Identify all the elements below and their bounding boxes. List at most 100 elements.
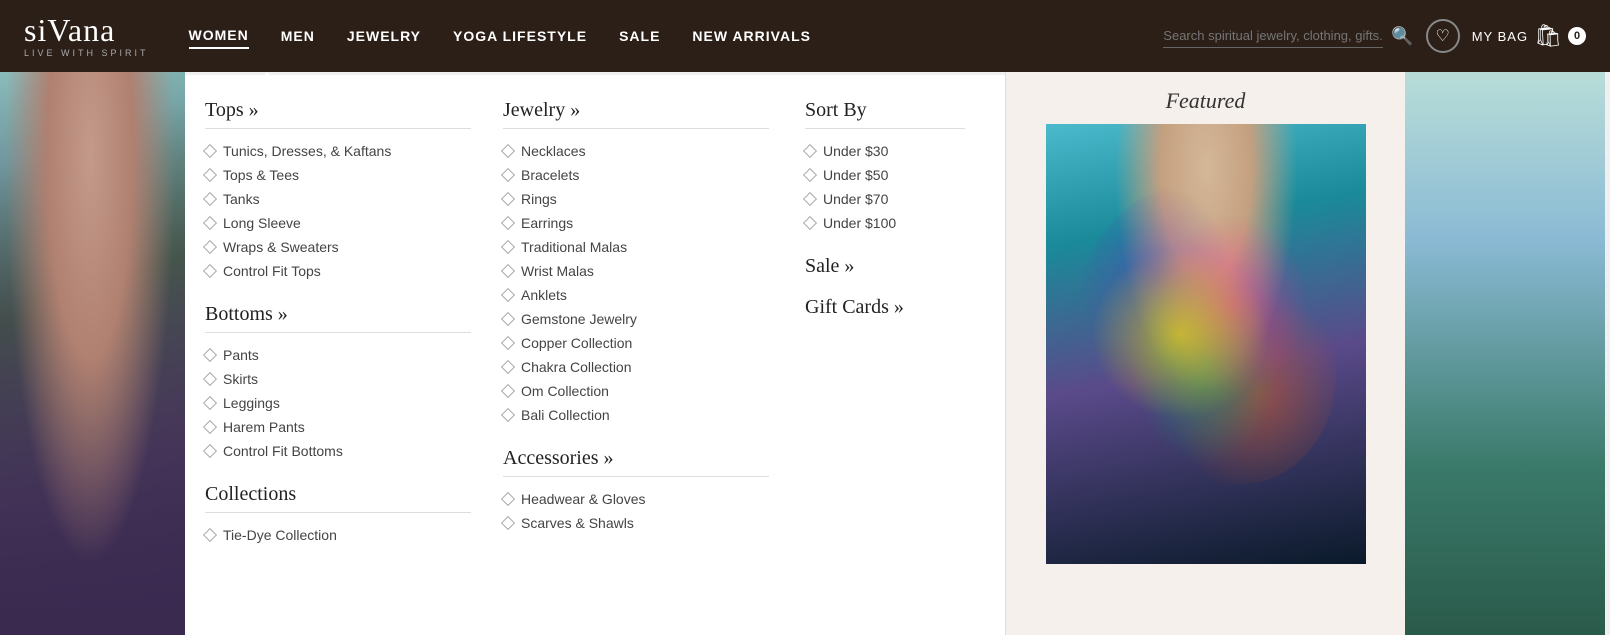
left-image-placeholder <box>0 72 185 635</box>
item-label: Earrings <box>521 215 573 231</box>
menu-column-2: Jewelry » Necklaces Bracelets Rings Earr… <box>487 99 785 611</box>
list-item[interactable]: Om Collection <box>503 383 769 399</box>
nav-item-sale[interactable]: SALE <box>619 24 660 48</box>
list-item[interactable]: Chakra Collection <box>503 359 769 375</box>
list-item[interactable]: Copper Collection <box>503 335 769 351</box>
collections-section-title[interactable]: Collections <box>205 483 471 513</box>
list-item[interactable]: Long Sleeve <box>205 215 471 231</box>
list-item[interactable]: Wraps & Sweaters <box>205 239 471 255</box>
bullet-icon <box>803 168 817 182</box>
gift-cards-link[interactable]: Gift Cards » <box>805 296 965 319</box>
bullet-icon <box>501 264 515 278</box>
bullet-icon <box>501 384 515 398</box>
item-label: Harem Pants <box>223 419 305 435</box>
list-item[interactable]: Under $30 <box>805 143 965 159</box>
item-label: Necklaces <box>521 143 586 159</box>
list-item[interactable]: Gemstone Jewelry <box>503 311 769 327</box>
tops-items-list: Tunics, Dresses, & Kaftans Tops & Tees T… <box>205 143 471 279</box>
list-item[interactable]: Bracelets <box>503 167 769 183</box>
item-label: Scarves & Shawls <box>521 515 634 531</box>
list-item[interactable]: Earrings <box>503 215 769 231</box>
logo[interactable]: siVana Live With Spirit <box>24 14 149 58</box>
header-right: 🔍 ♡ MY BAG 🛍 0 <box>1163 19 1586 53</box>
accessories-section-title[interactable]: Accessories » <box>503 447 769 477</box>
list-item[interactable]: Tops & Tees <box>205 167 471 183</box>
list-item[interactable]: Wrist Malas <box>503 263 769 279</box>
bullet-icon <box>203 264 217 278</box>
item-label: Pants <box>223 347 259 363</box>
bullet-icon <box>501 144 515 158</box>
list-item[interactable]: Harem Pants <box>205 419 471 435</box>
list-item[interactable]: Anklets <box>503 287 769 303</box>
bullet-icon <box>501 336 515 350</box>
list-item[interactable]: Under $50 <box>805 167 965 183</box>
list-item[interactable]: Headwear & Gloves <box>503 491 769 507</box>
bullet-icon <box>501 360 515 374</box>
bag-label: MY BAG <box>1472 29 1528 44</box>
featured-area: Featured <box>1005 72 1405 635</box>
item-label: Bracelets <box>521 167 579 183</box>
list-item[interactable]: Tanks <box>205 191 471 207</box>
sale-link[interactable]: Sale » <box>805 255 965 278</box>
nav-item-jewelry[interactable]: JEWELRY <box>347 24 421 48</box>
list-item[interactable]: Pants <box>205 347 471 363</box>
list-item[interactable]: Traditional Malas <box>503 239 769 255</box>
list-item[interactable]: Control Fit Bottoms <box>205 443 471 459</box>
jewelry-section-title[interactable]: Jewelry » <box>503 99 769 129</box>
bullet-icon <box>803 192 817 206</box>
search-input[interactable] <box>1163 24 1383 48</box>
item-label: Control Fit Tops <box>223 263 321 279</box>
dropdown-menu: Tops » Tunics, Dresses, & Kaftans Tops &… <box>185 72 1005 635</box>
bullet-icon <box>203 528 217 542</box>
page-body: Tops » Tunics, Dresses, & Kaftans Tops &… <box>0 72 1610 635</box>
item-label: Tie-Dye Collection <box>223 527 337 543</box>
list-item[interactable]: Necklaces <box>503 143 769 159</box>
menu-column-3: Sort By Under $30 Under $50 Under $70 Un… <box>785 99 985 611</box>
bullet-icon <box>501 168 515 182</box>
bottoms-section-title[interactable]: Bottoms » <box>205 303 471 333</box>
nav-item-new-arrivals[interactable]: NEW ARRIVALS <box>692 24 811 48</box>
bullet-icon <box>203 240 217 254</box>
accessories-items-list: Headwear & Gloves Scarves & Shawls <box>503 491 769 531</box>
featured-image[interactable] <box>1046 124 1366 564</box>
nav-item-yoga-lifestyle[interactable]: YOGA LIFESTYLE <box>453 24 587 48</box>
wishlist-button[interactable]: ♡ <box>1426 19 1460 53</box>
item-label: Under $100 <box>823 215 896 231</box>
item-label: Leggings <box>223 395 280 411</box>
list-item[interactable]: Tie-Dye Collection <box>205 527 471 543</box>
bullet-icon <box>501 192 515 206</box>
list-item[interactable]: Rings <box>503 191 769 207</box>
item-label: Tops & Tees <box>223 167 299 183</box>
main-navigation: WOMEN MEN JEWELRY YOGA LIFESTYLE SALE NE… <box>189 23 1164 49</box>
featured-title: Featured <box>1166 88 1246 114</box>
item-label: Tanks <box>223 191 260 207</box>
nav-item-men[interactable]: MEN <box>281 24 315 48</box>
collections-items-list: Tie-Dye Collection <box>205 527 471 543</box>
item-label: Anklets <box>521 287 567 303</box>
list-item[interactable]: Leggings <box>205 395 471 411</box>
bullet-icon <box>203 192 217 206</box>
bullet-icon <box>501 240 515 254</box>
item-label: Headwear & Gloves <box>521 491 646 507</box>
list-item[interactable]: Tunics, Dresses, & Kaftans <box>205 143 471 159</box>
list-item[interactable]: Skirts <box>205 371 471 387</box>
bag-icon: 🛍 <box>1534 23 1562 49</box>
search-icon[interactable]: 🔍 <box>1391 26 1413 47</box>
bullet-icon <box>501 408 515 422</box>
nav-item-women[interactable]: WOMEN <box>189 23 249 49</box>
bottoms-items-list: Pants Skirts Leggings Harem Pants Contro… <box>205 347 471 459</box>
site-header: siVana Live With Spirit WOMEN MEN JEWELR… <box>0 0 1610 72</box>
bag-area[interactable]: MY BAG 🛍 0 <box>1472 23 1586 49</box>
item-label: Chakra Collection <box>521 359 632 375</box>
dropdown-arrow <box>255 72 279 86</box>
bullet-icon <box>501 492 515 506</box>
tops-section-title[interactable]: Tops » <box>205 99 471 129</box>
bullet-icon <box>501 216 515 230</box>
sort-section-title: Sort By <box>805 99 965 129</box>
list-item[interactable]: Bali Collection <box>503 407 769 423</box>
item-label: Traditional Malas <box>521 239 627 255</box>
list-item[interactable]: Under $70 <box>805 191 965 207</box>
list-item[interactable]: Under $100 <box>805 215 965 231</box>
list-item[interactable]: Control Fit Tops <box>205 263 471 279</box>
list-item[interactable]: Scarves & Shawls <box>503 515 769 531</box>
